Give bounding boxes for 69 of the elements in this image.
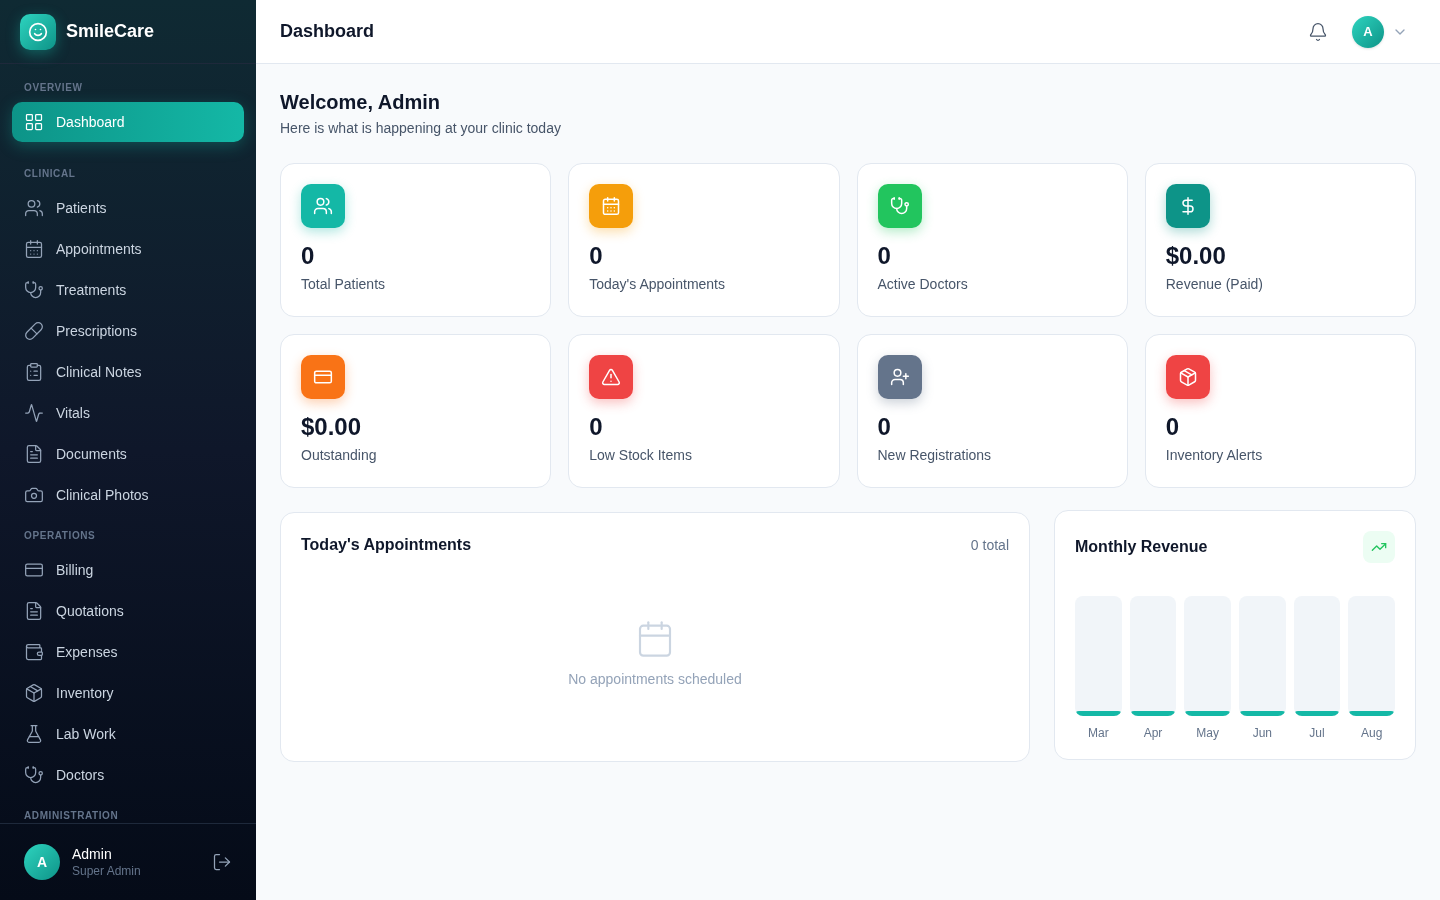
user-avatar: A [24, 844, 60, 880]
user-role: Super Admin [72, 863, 142, 879]
grid-icon [24, 112, 44, 132]
stethoscope-icon [24, 280, 44, 300]
document-icon [24, 444, 44, 464]
section-heading: ADMINISTRATION [23, 809, 120, 823]
stat-label: Outstanding [301, 446, 378, 465]
calendar-icon [24, 239, 44, 259]
stat-value: 0 [877, 241, 892, 271]
sidebar-item[interactable]: Doctors [12, 755, 244, 795]
users-icon [24, 198, 44, 218]
sidebar-item[interactable]: Lab Work [12, 714, 244, 754]
stat-label: Low Stock Items [589, 446, 693, 465]
stat-label: Today's Appointments [589, 275, 726, 294]
trending-up-icon [1363, 531, 1395, 563]
sidebar-item[interactable]: Clinical Notes [12, 352, 244, 392]
sidebar-item[interactable]: Treatments [12, 270, 244, 310]
sidebar-item[interactable]: Appointments [12, 229, 244, 269]
page-title: Dashboard [280, 20, 376, 43]
stat-value: 0 [1165, 412, 1181, 442]
section-heading: OVERVIEW [23, 81, 84, 95]
stat-label: Inventory Alerts [1165, 446, 1264, 465]
stat-value: 0 [301, 241, 316, 271]
appointments-count: 0 total [970, 535, 1009, 555]
stat-value: $0.00 [1165, 241, 1227, 271]
month-label: Aug [1361, 725, 1383, 742]
sidebar-item[interactable]: Billing [12, 550, 244, 590]
stethoscope-icon [24, 765, 44, 785]
stat-label: Total Patients [301, 275, 387, 294]
pill-icon [24, 321, 44, 341]
section-heading: CLINICAL [23, 167, 77, 181]
welcome-title: Welcome, Admin [280, 90, 442, 114]
user-name: Admin [72, 845, 113, 863]
sidebar-item[interactable]: Documents [12, 434, 244, 474]
stat-value: $0.00 [301, 412, 363, 442]
card-title: Today's Appointments [301, 535, 472, 555]
card-title: Monthly Revenue [1075, 537, 1208, 557]
stat-value: 0 [589, 412, 604, 442]
document-icon [24, 601, 44, 621]
welcome-subtitle: Here is what is happening at your clinic today [280, 119, 562, 138]
month-label: Mar [1088, 725, 1109, 742]
box-icon [24, 683, 44, 703]
sidebar-item[interactable]: Clinical Photos [12, 475, 244, 515]
month-label: Jun [1252, 725, 1273, 742]
flask-icon [24, 724, 44, 744]
empty-message: No appointments scheduled [568, 670, 742, 689]
clipboard-icon [24, 362, 44, 382]
pulse-icon [24, 403, 44, 423]
camera-icon [24, 485, 44, 505]
month-label: Apr [1143, 725, 1163, 742]
stat-label: Active Doctors [877, 275, 969, 294]
wallet-icon [24, 642, 44, 662]
stat-label: New Registrations [877, 446, 993, 465]
stat-label: Revenue (Paid) [1165, 275, 1265, 294]
stat-value: 0 [589, 241, 604, 271]
logout-icon[interactable] [212, 852, 232, 872]
month-label: Jul [1309, 725, 1325, 742]
stat-value: 0 [877, 412, 892, 442]
smile-logo-icon [20, 13, 56, 50]
month-label: May [1196, 725, 1219, 742]
sidebar-item[interactable]: Vitals [12, 393, 244, 433]
brand-name: SmileCare [66, 20, 155, 43]
notification-bell-icon[interactable] [1308, 21, 1328, 42]
sidebar-item[interactable]: Quotations [12, 591, 244, 631]
sidebar-item[interactable]: Inventory [12, 673, 244, 713]
section-heading: OPERATIONS [23, 529, 97, 543]
sidebar-item[interactable]: Expenses [12, 632, 244, 672]
sidebar-item[interactable]: Prescriptions [12, 311, 244, 351]
sidebar-item[interactable]: Patients [12, 188, 244, 228]
